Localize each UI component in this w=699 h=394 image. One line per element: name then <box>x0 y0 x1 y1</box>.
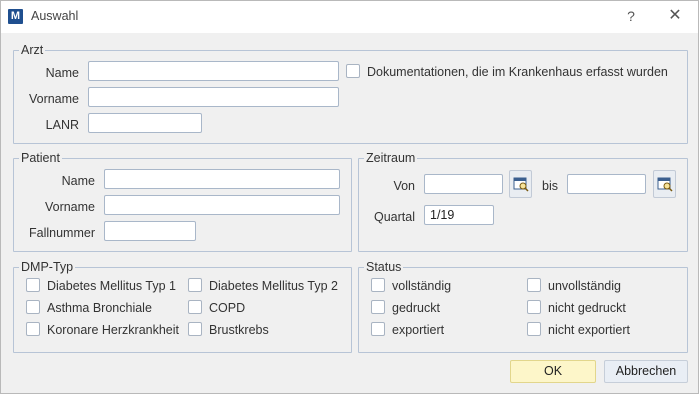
patient-fallnummer-label: Fallnummer <box>29 226 95 240</box>
status-label-nicht-gedruckt: nicht gedruckt <box>548 301 626 315</box>
status-checkbox-nicht-exportiert[interactable] <box>527 322 541 336</box>
status-label-exportiert: exportiert <box>392 323 445 337</box>
von-date-input[interactable] <box>424 174 503 194</box>
status-checkbox-nicht-gedruckt[interactable] <box>527 300 541 314</box>
dmp-label-diabetes-typ2: Diabetes Mellitus Typ 2 <box>209 279 338 293</box>
arzt-legend: Arzt <box>19 43 46 57</box>
status-label-nicht-exportiert: nicht exportiert <box>548 323 630 337</box>
status-label-gedruckt: gedruckt <box>392 301 440 315</box>
dmp-label-copd: COPD <box>209 301 246 315</box>
auswahl-dialog: M Auswahl ? ✕ Arzt Name Vorname LANR Dok… <box>0 0 699 394</box>
dmp-checkbox-diabetes-typ2[interactable] <box>188 278 202 292</box>
von-label: Von <box>393 179 415 193</box>
title-bar[interactable]: M Auswahl ? ✕ <box>1 1 698 33</box>
dmp-label-brustkrebs: Brustkrebs <box>209 323 269 337</box>
patient-fallnummer-input[interactable] <box>104 221 196 241</box>
cancel-button[interactable]: Abbrechen <box>604 360 688 383</box>
app-logo-icon: M <box>8 9 23 24</box>
quartal-label: Quartal <box>374 210 415 224</box>
quartal-input[interactable] <box>424 205 494 225</box>
patient-vorname-label: Vorname <box>44 200 95 214</box>
window-title: Auswahl <box>31 9 79 23</box>
dmp-label-asthma: Asthma Bronchiale <box>47 301 152 315</box>
status-checkbox-exportiert[interactable] <box>371 322 385 336</box>
help-button[interactable]: ? <box>621 6 641 26</box>
dmp-checkbox-diabetes-typ1[interactable] <box>26 278 40 292</box>
status-label-vollstaendig: vollständig <box>392 279 452 293</box>
ok-button[interactable]: OK <box>510 360 596 383</box>
arzt-vorname-input[interactable] <box>88 87 339 107</box>
calendar-search-icon <box>513 177 529 192</box>
von-calendar-button[interactable] <box>509 170 532 198</box>
dmp-typ-legend: DMP-Typ <box>19 260 76 274</box>
arzt-vorname-label: Vorname <box>28 92 79 106</box>
dmp-label-khk: Koronare Herzkrankheit <box>47 323 180 337</box>
dmp-checkbox-khk[interactable] <box>26 322 40 336</box>
calendar-search-icon <box>657 177 673 192</box>
bis-date-input[interactable] <box>567 174 646 194</box>
status-legend: Status <box>364 260 404 274</box>
dmp-checkbox-asthma[interactable] <box>26 300 40 314</box>
dmp-label-diabetes-typ1: Diabetes Mellitus Typ 1 <box>47 279 176 293</box>
patient-vorname-input[interactable] <box>104 195 340 215</box>
patient-name-input[interactable] <box>104 169 340 189</box>
zeitraum-legend: Zeitraum <box>364 151 418 165</box>
arzt-name-label: Name <box>45 66 79 80</box>
bis-label: bis <box>542 179 558 193</box>
status-checkbox-gedruckt[interactable] <box>371 300 385 314</box>
krankenhaus-checkbox[interactable] <box>346 64 360 78</box>
patient-legend: Patient <box>19 151 62 165</box>
arzt-lanr-input[interactable] <box>88 113 202 133</box>
status-checkbox-unvollstaendig[interactable] <box>527 278 541 292</box>
krankenhaus-checkbox-label: Dokumentationen, die im Krankenhaus erfa… <box>367 65 668 79</box>
patient-name-label: Name <box>61 174 95 188</box>
arzt-lanr-label: LANR <box>45 118 79 132</box>
status-label-unvollstaendig: unvollständig <box>548 279 621 293</box>
dmp-checkbox-brustkrebs[interactable] <box>188 322 202 336</box>
close-button[interactable]: ✕ <box>664 6 686 26</box>
bis-calendar-button[interactable] <box>653 170 676 198</box>
arzt-name-input[interactable] <box>88 61 339 81</box>
status-checkbox-vollstaendig[interactable] <box>371 278 385 292</box>
dmp-checkbox-copd[interactable] <box>188 300 202 314</box>
